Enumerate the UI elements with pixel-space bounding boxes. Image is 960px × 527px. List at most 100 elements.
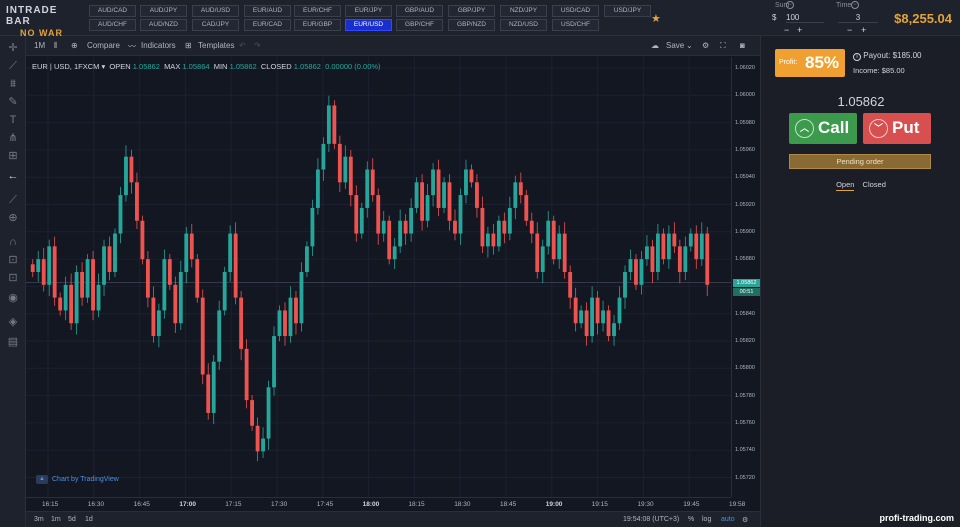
templates-button[interactable]: Templates bbox=[198, 41, 234, 50]
prediction-tool-icon[interactable]: ⊞ bbox=[5, 149, 21, 163]
ruler-icon[interactable]: ⟋ bbox=[5, 193, 21, 207]
redo-icon[interactable]: ↷ bbox=[254, 41, 261, 50]
pending-order-button[interactable]: Pending order bbox=[789, 154, 931, 169]
pair-button-gbp-chf[interactable]: GBP/CHF bbox=[396, 19, 443, 31]
pattern-tool-icon[interactable]: ⋔ bbox=[5, 131, 21, 145]
indicators-button[interactable]: Indicators bbox=[141, 41, 176, 50]
pair-button-nzd-usd[interactable]: NZD/USD bbox=[500, 19, 547, 31]
sum-decrease-button[interactable]: − bbox=[784, 25, 789, 35]
arrow-up-icon: ︿ bbox=[795, 119, 814, 138]
time-axis[interactable]: 16:15 16:30 16:45 17:00 17:15 17:30 17:45 18:00… bbox=[26, 497, 745, 511]
pair-button-aud-jpy[interactable]: AUD/JPY bbox=[140, 5, 187, 17]
compare-icon[interactable]: ⊕ bbox=[71, 41, 78, 50]
fullscreen-icon[interactable]: ⛶ bbox=[720, 41, 726, 51]
percent-scale-toggle[interactable]: % bbox=[688, 516, 694, 523]
text-tool-icon[interactable]: T bbox=[5, 113, 21, 127]
candle-body bbox=[672, 233, 677, 247]
brush-icon[interactable]: ✎ bbox=[5, 95, 21, 109]
trend-line-icon[interactable]: ⟋ bbox=[5, 59, 21, 73]
candle-body bbox=[129, 156, 134, 183]
settings-gear-icon[interactable]: ⚙ bbox=[702, 41, 709, 50]
price-axis[interactable]: 1.06020 1.06000 1.05980 1.05960 1.05940 1.059… bbox=[731, 57, 760, 497]
pair-button-gbp-jpy[interactable]: GBP/JPY bbox=[448, 5, 495, 17]
zoom-icon[interactable]: ⊕ bbox=[5, 211, 21, 225]
candle-style-icon[interactable]: ⫴ bbox=[54, 41, 57, 51]
eye-icon[interactable]: ◉ bbox=[5, 291, 21, 305]
time-tick: 16:30 bbox=[87, 501, 105, 508]
pair-button-gbp-aud[interactable]: GBP/AUD bbox=[396, 5, 443, 17]
cloud-icon[interactable]: ☁ bbox=[651, 41, 659, 50]
pair-button-cad-jpy[interactable]: CAD/JPY bbox=[192, 19, 239, 31]
pair-button-aud-nzd[interactable]: AUD/NZD bbox=[140, 19, 187, 31]
range-button-3m[interactable]: 3m bbox=[34, 516, 44, 523]
range-button-5d[interactable]: 5d bbox=[68, 516, 76, 523]
pair-button-eur-aud[interactable]: EUR/AUD bbox=[244, 5, 291, 17]
save-button[interactable]: Save bbox=[666, 41, 684, 50]
pair-button-aud-cad[interactable]: AUD/CAD bbox=[89, 5, 136, 17]
pair-button-eur-cad[interactable]: EUR/CAD bbox=[244, 19, 291, 31]
pair-button-eur-usd[interactable]: EUR/USD bbox=[345, 19, 392, 31]
pair-button-eur-jpy[interactable]: EUR/JPY bbox=[345, 5, 392, 17]
payout-info-icon[interactable]: i bbox=[853, 53, 861, 61]
layers-icon[interactable]: ◈ bbox=[5, 315, 21, 329]
pair-button-nzd-jpy[interactable]: NZD/JPY bbox=[500, 5, 547, 17]
time-info-icon[interactable]: − bbox=[851, 1, 859, 9]
brand-logo[interactable]: INTRADE BAR NO WAR bbox=[6, 5, 84, 38]
pair-button-gbp-nzd[interactable]: GBP/NZD bbox=[448, 19, 495, 31]
fib-tool-icon[interactable]: ⩩ bbox=[5, 77, 21, 91]
sum-input[interactable]: 100 bbox=[786, 13, 824, 23]
lock-drawings-icon[interactable]: ⊡ bbox=[5, 253, 21, 267]
candlestick-chart[interactable] bbox=[26, 57, 736, 497]
legend-symbol[interactable]: EUR | USD, 1FXCM bbox=[32, 62, 99, 71]
profit-label: Profit: bbox=[779, 59, 798, 66]
candle-body bbox=[513, 182, 518, 208]
chart-clock[interactable]: 19:54:08 (UTC+3) bbox=[623, 516, 679, 523]
compare-button[interactable]: Compare bbox=[87, 41, 120, 50]
range-button-1d[interactable]: 1d bbox=[85, 516, 93, 523]
interval-selector[interactable]: 1M bbox=[34, 41, 45, 50]
trash-icon[interactable]: ▤ bbox=[5, 335, 21, 349]
candle-body bbox=[518, 182, 523, 196]
put-button[interactable]: ﹀ Put bbox=[863, 113, 931, 144]
indicators-icon[interactable]: 〰 bbox=[128, 41, 136, 52]
templates-icon[interactable]: ⊞ bbox=[185, 41, 192, 50]
pair-button-usd-jpy[interactable]: USD/JPY bbox=[604, 5, 651, 17]
tab-closed[interactable]: Closed bbox=[863, 180, 886, 189]
auto-scale-toggle[interactable]: auto bbox=[721, 516, 735, 523]
sum-info-icon[interactable]: − bbox=[786, 1, 794, 9]
tradingview-badge[interactable]: ▲ Chart by TradingView bbox=[36, 475, 119, 484]
pair-button-eur-chf[interactable]: EUR/CHF bbox=[294, 5, 341, 17]
price-chart[interactable]: EUR | USD, 1FXCM ▾ OPEN 1.05862 MAX 1.05… bbox=[26, 57, 736, 497]
crosshair-icon[interactable]: ✛ bbox=[5, 41, 21, 55]
range-button-1m[interactable]: 1m bbox=[51, 516, 61, 523]
undo-icon[interactable]: ↶ bbox=[239, 41, 246, 50]
candle-body bbox=[562, 233, 567, 272]
candle-body bbox=[469, 169, 474, 183]
lock-icon[interactable]: ⊡ bbox=[5, 271, 21, 285]
candle-body bbox=[376, 195, 381, 234]
pair-button-aud-chf[interactable]: AUD/CHF bbox=[89, 19, 136, 31]
time-increase-button[interactable]: + bbox=[861, 25, 866, 35]
back-arrow-icon[interactable]: ← bbox=[5, 169, 21, 183]
candle-body bbox=[551, 220, 556, 260]
candle-body bbox=[595, 297, 600, 324]
time-decrease-button[interactable]: − bbox=[847, 25, 852, 35]
pair-button-usd-cad[interactable]: USD/CAD bbox=[552, 5, 599, 17]
chart-settings-gear-icon[interactable]: ⚙ bbox=[742, 516, 748, 524]
pair-button-usd-chf[interactable]: USD/CHF bbox=[552, 19, 599, 31]
pair-button-eur-gbp[interactable]: EUR/GBP bbox=[294, 19, 341, 31]
call-button[interactable]: ︿ Call bbox=[789, 113, 857, 144]
candle-body bbox=[573, 297, 578, 324]
log-scale-toggle[interactable]: log bbox=[702, 516, 711, 523]
magnet-icon[interactable]: ∩ bbox=[5, 235, 21, 249]
pair-button-aud-usd[interactable]: AUD/USD bbox=[192, 5, 239, 17]
favorite-star-icon[interactable]: ★ bbox=[651, 12, 661, 25]
time-input[interactable]: 3 bbox=[838, 13, 878, 23]
sum-increase-button[interactable]: + bbox=[797, 25, 802, 35]
camera-icon[interactable]: ◙ bbox=[740, 41, 745, 50]
legend-symbol-chevron-icon[interactable]: ▾ bbox=[99, 62, 107, 71]
candle-body bbox=[529, 220, 534, 234]
tab-open[interactable]: Open bbox=[836, 180, 855, 191]
chevron-down-icon[interactable]: ⌄ bbox=[686, 41, 693, 50]
candle-body bbox=[590, 297, 595, 337]
